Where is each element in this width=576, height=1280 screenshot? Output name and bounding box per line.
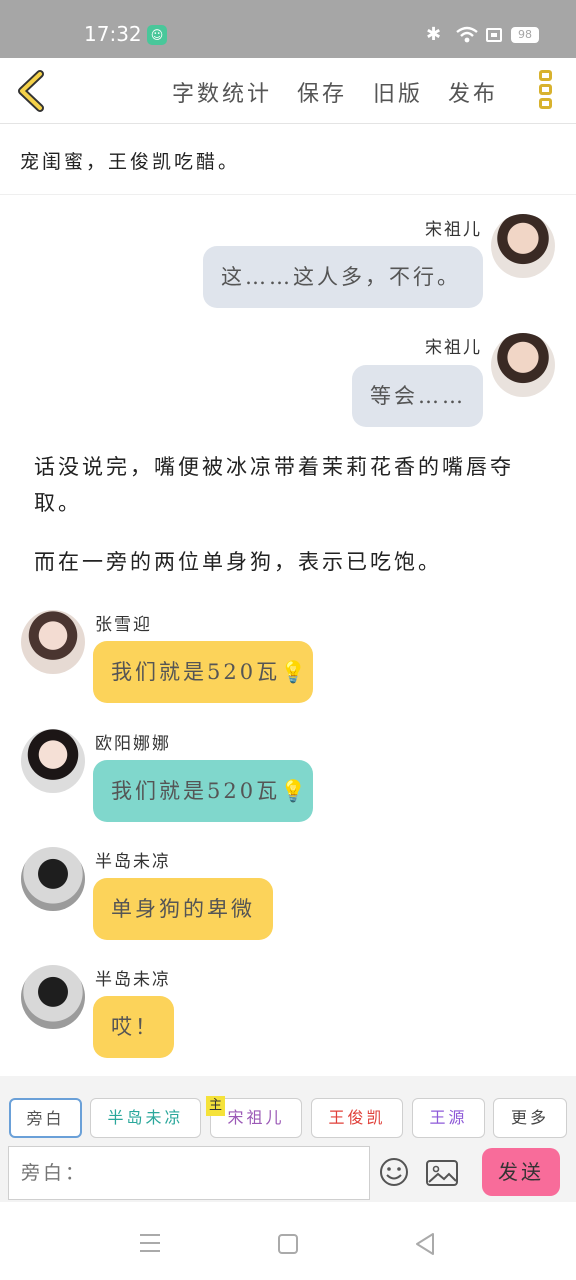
- message-bubble[interactable]: 我们就是520瓦💡: [93, 760, 313, 822]
- role-tab-more[interactable]: 更多: [493, 1098, 567, 1138]
- publish-button[interactable]: 发布: [448, 76, 498, 108]
- chat-content[interactable]: 宋祖儿 这……这人多，不行。 宋祖儿 等会…… 话没说完，嘴便被冰凉带着茉莉花香…: [0, 196, 576, 1076]
- avatar-ouyang-nana[interactable]: [21, 729, 85, 793]
- wifi-icon: [456, 26, 478, 43]
- message-input[interactable]: [9, 1147, 369, 1199]
- avatar-bandao-weiliang[interactable]: [21, 965, 85, 1029]
- system-nav-bar: [0, 1202, 576, 1280]
- sender-name: 半岛未凉: [95, 970, 171, 990]
- narration-text[interactable]: 而在一旁的两位单身狗，表示已吃饱。: [34, 544, 534, 580]
- back-arrow-icon[interactable]: [14, 70, 48, 112]
- message-bubble[interactable]: 单身狗的卑微: [93, 878, 273, 940]
- sender-name: 宋祖儿: [425, 220, 482, 240]
- image-icon[interactable]: [426, 1160, 458, 1186]
- chapter-header: 宠闺蜜，王俊凯吃醋。: [0, 125, 576, 195]
- message-bubble[interactable]: 哎！: [93, 996, 174, 1058]
- sim-icon: [486, 28, 502, 42]
- narration-text[interactable]: 话没说完，嘴便被冰凉带着茉莉花香的嘴唇夺取。: [34, 449, 534, 521]
- composer-panel: 旁白 半岛未凉 宋祖儿 主 王俊凯 王源 更多 发送: [0, 1076, 576, 1202]
- top-toolbar: 字数统计 保存 旧版 发布: [0, 58, 576, 124]
- avatar-zhang-xueying[interactable]: [21, 610, 85, 674]
- sender-name: 张雪迎: [95, 615, 152, 635]
- emoji-icon[interactable]: [378, 1156, 410, 1188]
- old-version-button[interactable]: 旧版: [373, 76, 423, 108]
- recent-apps-icon[interactable]: [140, 1234, 162, 1252]
- main-role-badge: 主: [206, 1096, 225, 1116]
- sender-name: 欧阳娜娜: [95, 734, 171, 754]
- send-button[interactable]: 发送: [482, 1148, 560, 1196]
- nav-back-icon[interactable]: [414, 1232, 436, 1256]
- status-time: 17:32: [84, 22, 142, 46]
- sender-name: 半岛未凉: [95, 852, 171, 872]
- message-input-box[interactable]: [8, 1146, 370, 1200]
- battery-icon: 98: [511, 27, 539, 43]
- message-bubble[interactable]: 我们就是520瓦💡: [93, 641, 313, 703]
- sender-name: 宋祖儿: [425, 338, 482, 358]
- word-count-button[interactable]: 字数统计: [172, 76, 272, 108]
- role-tab-bandao-weiliang[interactable]: 半岛未凉: [90, 1098, 201, 1138]
- bluetooth-icon: ✱: [426, 24, 442, 45]
- message-bubble[interactable]: 等会……: [352, 365, 483, 427]
- home-icon[interactable]: [278, 1234, 298, 1254]
- message-bubble[interactable]: 这……这人多，不行。: [203, 246, 483, 308]
- role-tab-narrator[interactable]: 旁白: [9, 1098, 82, 1138]
- status-bar: 17:32 ☺ ✱ 98: [0, 0, 576, 58]
- more-menu-icon[interactable]: [536, 70, 554, 114]
- role-tab-wang-junkai[interactable]: 王俊凯: [311, 1098, 403, 1138]
- avatar-bandao-weiliang[interactable]: [21, 847, 85, 911]
- save-button[interactable]: 保存: [297, 76, 347, 108]
- avatar-song-zuer[interactable]: [491, 214, 555, 278]
- app-notification-icon: ☺: [147, 25, 167, 45]
- role-tab-wang-yuan[interactable]: 王源: [412, 1098, 485, 1138]
- avatar-song-zuer[interactable]: [491, 333, 555, 397]
- chapter-title[interactable]: 宠闺蜜，王俊凯吃醋。: [20, 147, 240, 174]
